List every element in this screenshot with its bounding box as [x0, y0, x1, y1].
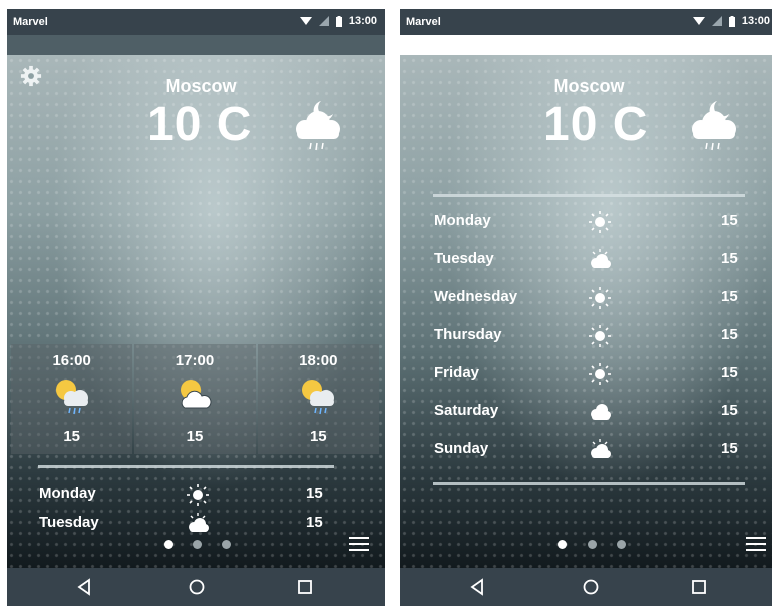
daily-row-saturday: Saturday 15	[400, 402, 772, 422]
weather-background: Moscow 10 C 16:00 15 17:00 15 18:00 15 M…	[7, 55, 385, 568]
daily-row-friday: Friday 15	[400, 363, 772, 385]
divider	[433, 482, 745, 485]
carrier-label: Marvel	[406, 16, 441, 28]
page-dot[interactable]	[193, 540, 202, 549]
weather-background: Moscow 10 C Monday 15 Tuesday 15 Wednesd…	[400, 55, 772, 568]
sun-icon	[589, 211, 611, 233]
daily-row-monday: Monday 15	[400, 211, 772, 233]
day-name: Sunday	[434, 440, 489, 457]
signal-icon	[711, 16, 722, 26]
cloud-sun-icon	[591, 439, 611, 458]
hour-time: 18:00	[299, 352, 338, 369]
daily-row-tuesday: Tuesday 15	[7, 513, 385, 534]
daily-row-monday: Monday 15	[7, 484, 385, 506]
battery-icon	[728, 15, 735, 27]
recents-icon[interactable]	[690, 578, 708, 596]
sun-cloud-rain-icon	[55, 380, 88, 415]
hourly-card[interactable]: 18:00 15	[257, 344, 379, 454]
system-nav-bar	[7, 568, 385, 606]
day-temperature: 15	[306, 514, 323, 531]
hourly-forecast: 16:00 15 17:00 15 18:00 15	[11, 344, 379, 454]
recents-icon[interactable]	[296, 578, 314, 596]
sun-icon	[589, 287, 611, 309]
day-name: Friday	[434, 364, 480, 381]
battery-icon	[335, 15, 342, 27]
back-icon[interactable]	[75, 578, 93, 596]
page-dot-active[interactable]	[164, 540, 173, 549]
current-temperature: 10 C	[147, 98, 253, 151]
daily-row-sunday: Sunday 15	[400, 439, 772, 460]
phone-screen-hourly: Marvel 13:00 Moscow 10 C 16:00 15 17:00 …	[7, 9, 385, 606]
daily-row-wednesday: Wednesday 15	[400, 287, 772, 309]
day-temperature: 15	[306, 485, 323, 502]
day-name: Tuesday	[39, 514, 99, 531]
hour-time: 16:00	[52, 352, 91, 369]
wifi-icon	[692, 17, 705, 25]
sun-icon	[187, 484, 209, 506]
back-icon[interactable]	[468, 578, 486, 596]
city-name: Moscow	[553, 76, 625, 96]
city-name: Moscow	[165, 76, 237, 96]
day-name: Thursday	[434, 326, 502, 343]
day-name: Tuesday	[434, 250, 494, 267]
status-bar: Marvel 13:00	[400, 9, 772, 35]
sun-cloud-rain-icon	[302, 380, 335, 415]
signal-icon	[318, 16, 329, 26]
hour-temperature: 15	[63, 428, 80, 445]
toolbar-strip	[7, 35, 385, 55]
divider	[38, 465, 334, 468]
day-temperature: 15	[721, 250, 738, 267]
home-icon[interactable]	[582, 578, 600, 596]
sun-icon	[589, 363, 611, 385]
hamburger-menu-icon[interactable]	[746, 537, 766, 551]
sun-icon	[589, 325, 611, 347]
clock: 13:00	[348, 15, 377, 27]
page-dot[interactable]	[588, 540, 597, 549]
system-nav-bar	[400, 568, 772, 606]
toolbar-strip	[400, 35, 772, 55]
hour-temperature: 15	[309, 428, 327, 445]
phone-screen-weekly: Marvel 13:00 Moscow 10 C Monday 15 Tuesd…	[400, 9, 772, 606]
daily-row-tuesday: Tuesday 15	[400, 249, 772, 270]
cloud-moon-rain-icon	[296, 101, 340, 151]
day-name: Wednesday	[434, 288, 518, 305]
day-temperature: 15	[721, 326, 738, 343]
hourly-card[interactable]: 17:00 15	[134, 344, 256, 454]
page-dot[interactable]	[617, 540, 626, 549]
hour-temperature: 15	[186, 428, 204, 445]
status-bar: Marvel 13:00	[7, 9, 385, 35]
carrier-label: Marvel	[13, 16, 48, 28]
hamburger-menu-icon[interactable]	[349, 537, 369, 551]
day-name: Monday	[434, 212, 491, 229]
day-temperature: 15	[721, 402, 738, 419]
sun-cloud-icon	[189, 513, 209, 532]
day-temperature: 15	[721, 364, 738, 381]
hour-time: 17:00	[175, 352, 215, 369]
page-dot-active[interactable]	[558, 540, 567, 549]
cloud-icon	[591, 404, 611, 420]
page-dot[interactable]	[222, 540, 231, 549]
day-temperature: 15	[721, 212, 738, 229]
sun-cloud-icon	[180, 380, 212, 409]
home-icon[interactable]	[188, 578, 206, 596]
hourly-card[interactable]: 16:00 15	[11, 344, 133, 454]
day-name: Saturday	[434, 402, 499, 419]
cloud-moon-rain-icon	[692, 101, 736, 151]
day-temperature: 15	[721, 288, 738, 305]
day-name: Monday	[39, 485, 96, 502]
wifi-icon	[299, 17, 312, 25]
current-temperature: 10 C	[543, 98, 649, 151]
cloud-sun-icon	[591, 249, 611, 268]
divider	[433, 194, 745, 197]
daily-row-thursday: Thursday 15	[400, 325, 772, 347]
day-temperature: 15	[721, 440, 738, 457]
clock: 13:00	[741, 15, 770, 27]
